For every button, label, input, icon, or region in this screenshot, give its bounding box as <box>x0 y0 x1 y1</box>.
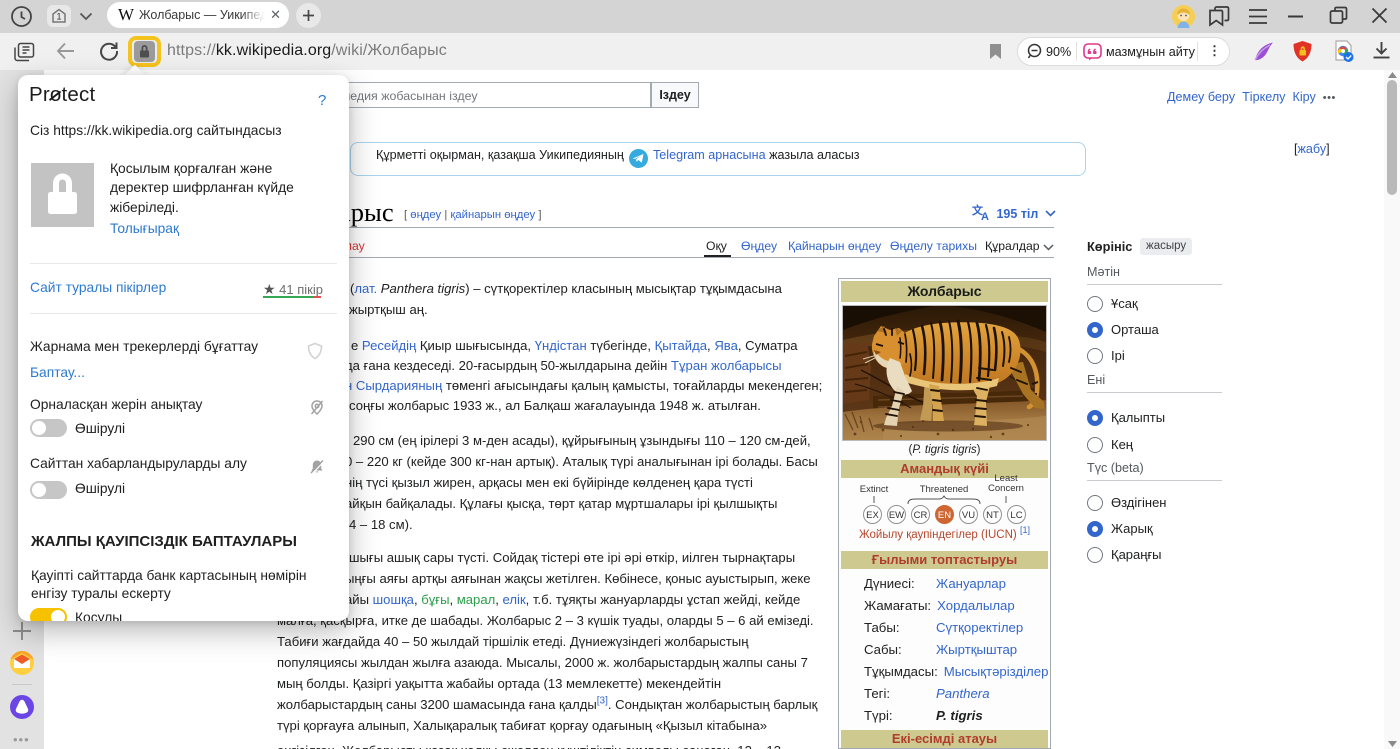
svg-text:A: A <box>981 211 989 221</box>
svg-text:1: 1 <box>56 12 61 22</box>
